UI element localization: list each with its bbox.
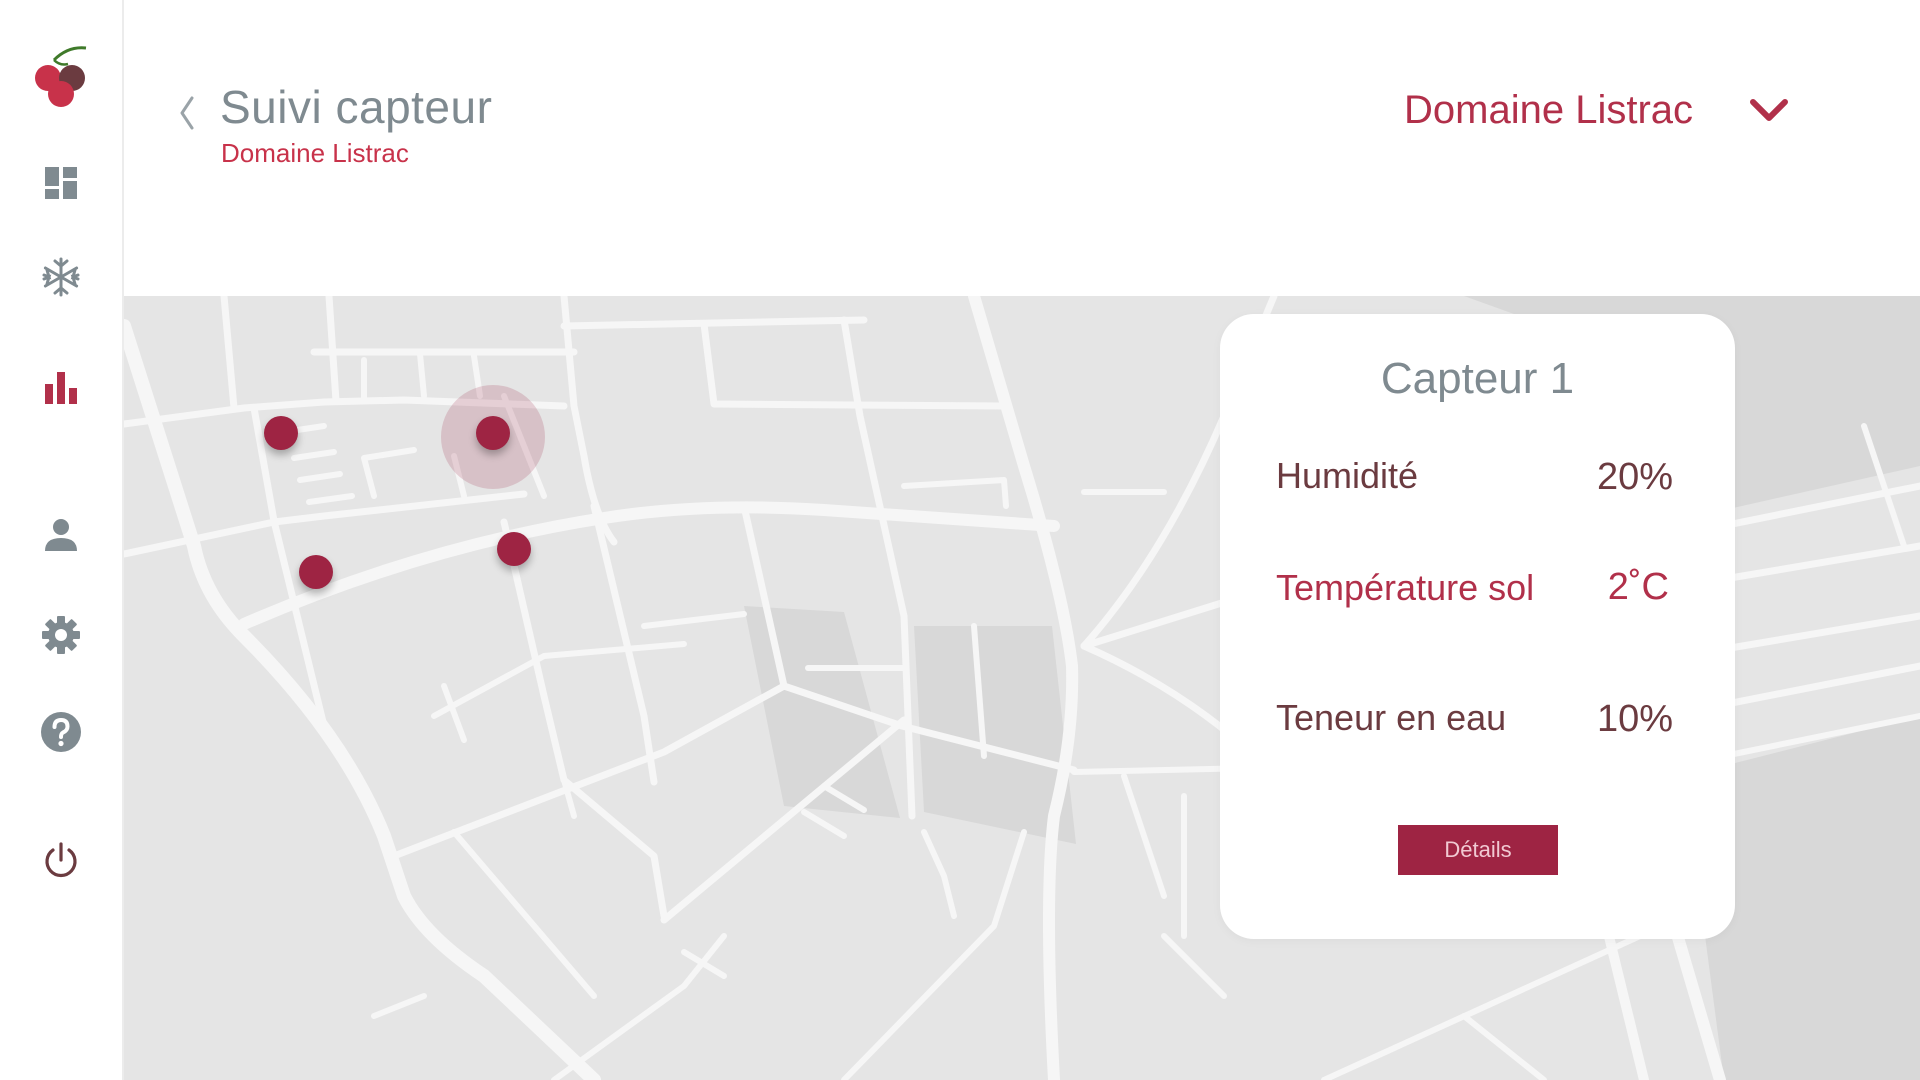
sensor-info-card: Capteur 1 Humidité 20% Température sol 2… [1220,314,1735,939]
metric-value-water-content: 10% [1596,698,1673,740]
gear-icon [42,616,80,654]
dashboard-icon [45,167,77,199]
chevron-down-icon [1750,99,1788,121]
metric-value-soil-temperature: 2˚C [1607,566,1669,608]
metric-value-humidity: 20% [1596,456,1673,498]
sensor-marker-2[interactable] [299,555,333,589]
sidebar-item-statistics[interactable] [31,357,91,417]
sensor-marker-4[interactable] [497,532,531,566]
metric-label-humidity: Humidité [1276,455,1419,496]
user-icon [45,519,77,551]
cherry-logo[interactable] [34,44,92,110]
page-header: Suivi capteur Domaine Listrac Domaine Li… [124,0,1920,296]
sidebar-item-settings[interactable] [31,605,91,665]
sidebar-item-help[interactable] [31,702,91,762]
back-button[interactable] [168,88,208,138]
snowflake-icon [42,257,80,297]
metric-label-water-content: Teneur en eau [1276,697,1507,738]
page-title: Suivi capteur [220,81,493,133]
sensor-title: Capteur 1 [1380,354,1575,403]
sidebar-item-dashboard[interactable] [31,153,91,213]
sensor-marker-1[interactable] [476,416,510,450]
sidebar-item-logout[interactable] [31,830,91,890]
sidebar [0,0,124,1080]
page-subtitle: Domaine Listrac [221,138,409,168]
domain-selector[interactable]: Domaine Listrac [1404,84,1814,144]
sidebar-item-account[interactable] [31,505,91,565]
power-icon [45,842,77,878]
sensor-marker-3[interactable] [264,416,298,450]
chevron-left-icon [180,96,194,130]
details-button[interactable]: Détails [1398,825,1558,875]
help-icon [41,712,81,752]
sidebar-item-frost[interactable] [31,247,91,307]
bar-chart-icon [45,372,77,404]
metric-label-soil-temperature: Température sol [1276,567,1535,608]
domain-selector-value: Domaine Listrac [1404,88,1694,132]
